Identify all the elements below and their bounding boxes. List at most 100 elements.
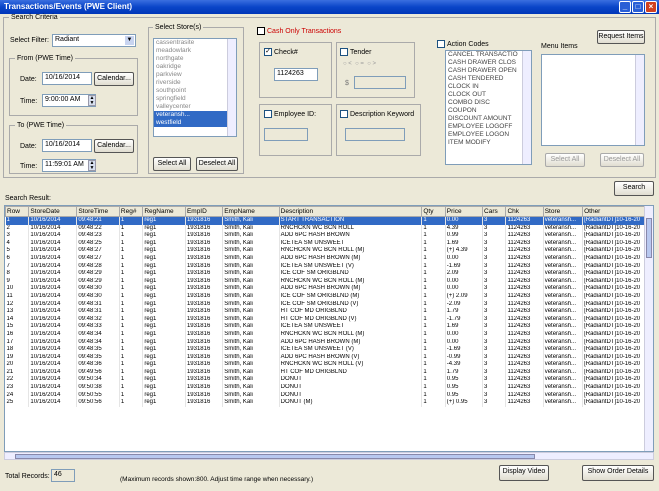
action-code-item[interactable]: CASH DRAWER OPEN [446,67,531,75]
table-row[interactable]: 9 10/16/2014 09:48:29 1 reg1 1931816 Smith, Ka… [5,277,646,286]
table-row[interactable]: 18 10/16/2014 09:48:35 1 reg1 1931816 Smith, K… [5,346,646,354]
action-codes-list[interactable]: CANCEL TRANSACTIO CASH DRAWER CLOS CASH DR… [445,50,532,165]
menu-items-list[interactable] [541,54,645,146]
table-cell: RNCHCKN WC BCN ROLL [279,224,423,233]
action-codes-scrollbar[interactable] [522,51,531,164]
display-video-button[interactable]: Display Video [499,465,549,481]
table-row[interactable]: 12 10/16/2014 09:48:31 1 reg1 1931816 Smith, K… [5,300,646,309]
table-cell: 0.00 [445,330,484,339]
description-checkbox[interactable]: Description Keyword [340,110,414,118]
results-hscroll-thumb[interactable] [15,454,535,459]
search-button[interactable]: Search [614,181,654,196]
column-header[interactable]: Description [278,206,423,217]
results-grid[interactable]: Row StoreDate StoreTime Reg# RegName EmpID Emp… [4,205,654,452]
column-header[interactable]: Store [542,206,584,217]
maximize-icon[interactable]: □ [632,1,644,13]
action-code-item[interactable]: CANCEL TRANSACTIO [446,51,531,59]
results-horizontal-scrollbar[interactable] [4,452,654,460]
table-row[interactable]: 15 10/16/2014 09:48:33 1 reg1 1931816 Smith, K… [5,323,646,331]
table-row[interactable]: 19 10/16/2014 09:48:35 1 reg1 1931816 Smith, K… [5,353,646,362]
menu-deselect-all-button[interactable]: Deselect All [600,153,644,167]
store-list[interactable]: cassentrasite meadowlark northgate oakri… [153,38,237,137]
column-header[interactable]: Price [444,206,484,217]
column-header[interactable]: StoreTime [76,206,120,217]
request-items-button[interactable]: Request Items [597,30,645,44]
table-cell: -1.69 [445,262,484,271]
table-row[interactable]: 24 10/16/2014 09:50:55 1 reg1 1931816 Smith, K… [5,391,646,400]
action-code-item[interactable]: EMPLOYEE LOGOFF [446,123,531,131]
table-cell: Smith, Kali [222,315,280,324]
action-code-item[interactable]: CLOCK OUT [446,91,531,99]
description-keyword-field[interactable] [345,128,405,141]
table-cell: reg1 [142,232,186,240]
column-header[interactable]: StoreDate [28,206,78,217]
store-list-scrollbar[interactable] [227,39,236,136]
results-vertical-scrollbar[interactable] [644,206,653,451]
table-row[interactable]: 8 10/16/2014 09:48:29 1 reg1 1931816 Smith, Ka… [5,270,646,278]
from-calendar-button[interactable]: Calendar... [94,72,134,86]
check-number-field[interactable]: 1124263 [274,68,318,81]
table-cell: 10/16/2014 [28,391,78,400]
action-code-item[interactable]: DISCOUNT AMOUNT [446,115,531,123]
action-code-item[interactable]: ITEM MODIFY [446,139,531,147]
column-header[interactable]: Chk [505,206,544,217]
to-calendar-button[interactable]: Calendar... [94,139,134,153]
table-row[interactable]: 17 10/16/2014 09:48:34 1 reg1 1931816 Smith, K… [5,338,646,347]
column-header[interactable]: RegName [142,206,186,217]
to-date-field[interactable]: 10/16/2014 [42,139,92,152]
action-code-item[interactable]: COMBO DISC [446,99,531,107]
table-row[interactable]: 25 10/16/2014 09:50:56 1 reg1 1931816 Smith, K… [5,399,646,407]
table-row[interactable]: 13 10/16/2014 09:48:31 1 reg1 1931816 Smith, K… [5,308,646,316]
menu-items-scrollbar[interactable] [635,55,644,145]
table-row[interactable]: 10 10/16/2014 09:48:30 1 reg1 1931816 Smith, K… [5,285,646,293]
action-code-item[interactable]: CASH DRAWER CLOS [446,59,531,67]
tender-checkbox[interactable]: Tender [340,48,371,56]
table-cell: 09:48:23 [76,232,120,240]
table-row[interactable]: 14 10/16/2014 09:48:32 1 reg1 1931816 Smith, K… [5,315,646,324]
show-order-details-button[interactable]: Show Order Details [582,465,654,481]
table-row[interactable]: 2 10/16/2014 09:48:22 1 reg1 1931816 Smith, Ka… [5,224,646,233]
check-checkbox[interactable]: ✓ Check# [264,48,298,56]
to-time-spinner[interactable]: ▲ ▼ [88,160,96,171]
column-header[interactable]: EmpName [222,206,280,217]
table-row[interactable]: 22 10/16/2014 09:50:34 1 reg1 1931816 Smith, K… [5,376,646,385]
table-row[interactable]: 1 10/16/2014 09:48:21 1 reg1 1931816 Smith, Ka… [5,216,646,225]
action-codes-checkbox[interactable]: Action Codes [437,40,489,48]
cash-only-checkbox[interactable]: Cash Only Transactions [257,27,341,35]
column-header[interactable]: Qty [421,206,446,217]
action-code-item[interactable]: CLOCK IN [446,83,531,91]
table-row[interactable]: 11 10/16/2014 09:48:30 1 reg1 1931816 Smith, K… [5,292,646,301]
table-cell: 09:50:38 [76,384,120,392]
stores-deselect-all-button[interactable]: Deselect All [196,157,238,171]
table-row[interactable]: 4 10/16/2014 09:48:25 1 reg1 1931816 Smith, Ka… [5,239,646,248]
employee-checkbox[interactable]: Employee ID: [264,110,316,118]
table-row[interactable]: 3 10/16/2014 09:48:23 1 reg1 1931816 Smith, Ka… [5,232,646,240]
results-scroll-thumb[interactable] [646,218,652,258]
column-header[interactable]: Row [5,206,30,217]
action-code-item[interactable]: CASH TENDERED [446,75,531,83]
table-row[interactable]: 16 10/16/2014 09:48:34 1 reg1 1931816 Smith, K… [5,330,646,339]
stores-select-all-button[interactable]: Select All [153,157,191,171]
close-icon[interactable]: × [645,1,657,13]
column-header[interactable]: Cars [482,206,507,217]
action-code-item[interactable]: EMPLOYEE LOGON [446,131,531,139]
column-header[interactable]: Reg# [118,206,144,217]
table-row[interactable]: 23 10/16/2014 09:50:38 1 reg1 1931816 Smith, K… [5,384,646,392]
table-row[interactable]: 20 10/16/2014 09:48:36 1 reg1 1931816 Smith, K… [5,361,646,369]
employee-id-field[interactable] [264,128,308,141]
table-row[interactable]: 5 10/16/2014 09:48:27 1 reg1 1931816 Smith, Ka… [5,247,646,255]
menu-select-all-button[interactable]: Select All [545,153,585,167]
column-header[interactable]: Other [582,206,646,217]
tender-operator-radios[interactable]: ○ < ○ = ○ > [343,61,376,67]
filter-select[interactable]: Radiant ▼ [52,34,136,47]
table-row[interactable]: 21 10/16/2014 09:49:56 1 reg1 1931816 Smith, K… [5,368,646,377]
action-code-item[interactable]: COUPON [446,107,531,115]
tender-amount-field[interactable] [354,76,406,89]
minimize-icon[interactable]: _ [619,1,631,13]
table-cell: 09:50:34 [76,376,120,385]
table-row[interactable]: 7 10/16/2014 09:48:28 1 reg1 1931816 Smith, Ka… [5,262,646,271]
from-date-field[interactable]: 10/16/2014 [42,72,92,85]
column-header[interactable]: EmpID [184,206,224,217]
table-row[interactable]: 6 10/16/2014 09:48:27 1 reg1 1931816 Smith, Ka… [5,254,646,263]
from-time-spinner[interactable]: ▲ ▼ [88,95,96,106]
